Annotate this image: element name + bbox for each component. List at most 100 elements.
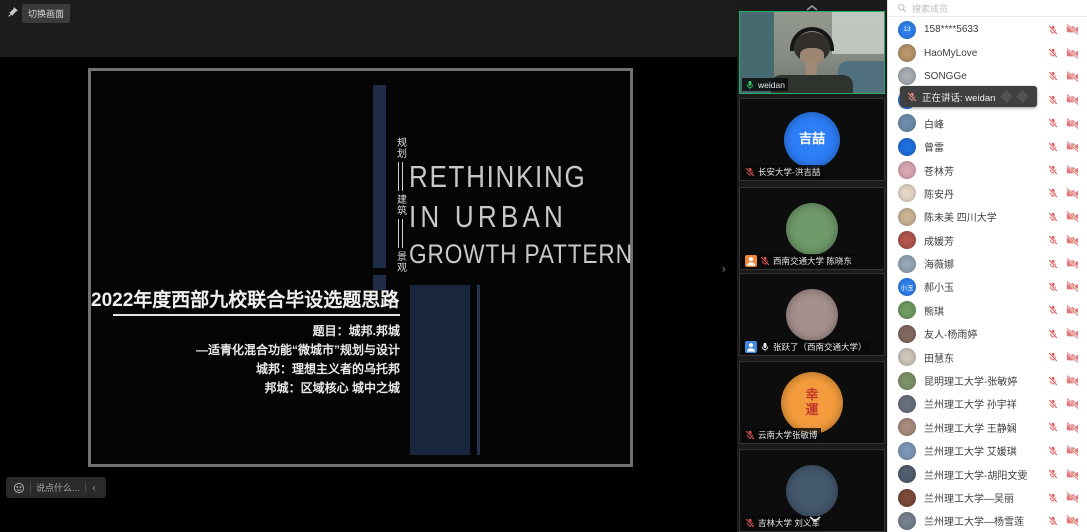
participant-name: 158****5633 [924,24,1042,35]
participant-row[interactable]: 熊琪 [888,299,1087,322]
participant-row[interactable]: 13 158****5633 [888,18,1087,41]
mic-muted-icon [1048,118,1058,128]
participant-row[interactable]: 兰州理工大学 王静娴 [888,416,1087,439]
mic-muted-icon [1048,305,1058,315]
camera-muted-icon [1066,352,1079,363]
mic-muted-icon [1048,95,1058,105]
row-status-icons [1048,24,1079,35]
video-thumbnail[interactable]: 西南交通大学 陈晓东 [739,187,885,270]
row-status-icons [1048,94,1079,105]
video-thumbnail-active-speaker[interactable]: weidan [739,11,885,94]
participant-row[interactable]: 苍林芳 [888,158,1087,181]
participant-row[interactable]: 陈未美 四川大学 [888,205,1087,228]
participant-name: 兰州理工大学 孙宇祥 [924,396,1042,411]
mic-muted-icon [1048,516,1058,526]
mic-muted-icon [1048,142,1058,152]
participant-name: 长安大学-洪吉喆 [758,166,820,178]
mic-muted-icon [1048,493,1058,503]
row-status-icons [1048,445,1079,456]
row-status-icons [1048,352,1079,363]
chat-placeholder: 说点什么... [36,481,80,494]
tag-divider [398,219,403,248]
participant-row[interactable]: 兰州理工大学—杨雪莲 [888,509,1087,532]
slide-detail-lines: 题目：城邦.邦城 —适青化混合功能“微城市”规划与设计 城邦：理想主义者的乌托邦… [91,322,400,398]
participant-name: 友人-杨雨婷 [924,326,1042,341]
video-thumbnail[interactable]: 吉喆 长安大学-洪吉喆 [739,98,885,181]
mic-muted-icon [1048,259,1058,269]
camera-muted-icon [1066,235,1079,246]
chevron-down-icon[interactable] [807,513,823,523]
avatar [898,325,916,343]
participant-name: 兰州理工大学-胡阳文雯 [924,467,1042,482]
slide-accent-bar [373,85,386,268]
mic-muted-icon [745,167,755,177]
slide-detail-line: 城邦：理想主义者的乌托邦 [91,360,400,379]
participant-name: 兰州理工大学 艾媛琪 [924,443,1042,458]
hand-raised-badge-icon [745,255,757,267]
participant-row[interactable]: HaoMyLove [888,41,1087,64]
avatar: 13 [898,21,916,39]
slide-title-line: GROWTH PATTERN [409,239,633,275]
mic-muted-icon [1048,282,1058,292]
participant-name: HaoMyLove [924,48,1042,59]
participant-name: 苍林芳 [924,163,1042,178]
search-bar[interactable]: 搜索成员 [888,0,1087,17]
mic-muted-icon [760,256,770,266]
participant-row[interactable]: 兰州理工大学 艾媛琪 [888,439,1087,462]
participant-row[interactable]: 海薇娜 [888,252,1087,275]
mic-muted-icon [1048,48,1058,58]
divider [30,482,31,493]
avatar [898,161,916,179]
camera-muted-icon [1066,24,1079,35]
speaking-mic-icon [907,92,917,102]
participant-row[interactable]: 小玉 郝小玉 [888,275,1087,298]
avatar: 吉喆 [784,112,840,168]
participant-row[interactable]: 友人-杨雨婷 [888,322,1087,345]
mic-on-icon [760,342,770,352]
mic-muted-icon [1048,25,1058,35]
participant-name: 兰州理工大学 王静娴 [924,420,1042,435]
participant-row[interactable]: 曾雷 [888,135,1087,158]
participant-row[interactable]: 兰州理工大学 孙宇祥 [888,392,1087,415]
participant-row[interactable]: 成媛芳 [888,229,1087,252]
video-thumbnail[interactable]: 幸 運 云南大学张敏博 [739,361,885,444]
participant-name: 海薇娜 [924,256,1042,271]
avatar [898,114,916,132]
switch-view-button[interactable]: 切换画面 [22,4,70,23]
participant-row[interactable]: 昆明理工大学-张敏婷 [888,369,1087,392]
participant-name: 成媛芳 [924,233,1042,248]
slide-detail-line: 题目：城邦.邦城 [91,322,400,341]
avatar [786,289,838,341]
chevron-right-icon [721,263,730,275]
mic-muted-icon [745,518,755,528]
avatar [898,138,916,156]
participant-row[interactable]: SONGGe [888,65,1087,88]
participant-name: 云南大学张敏博 [758,429,818,441]
video-thumbnail[interactable]: 张跃了（西南交通大学） [739,273,885,356]
avatar [898,44,916,62]
mic-muted-icon [1048,422,1058,432]
row-status-icons [1048,305,1079,316]
camera-muted-icon [1066,469,1079,480]
collapse-sidebar-handle[interactable] [718,256,732,282]
slide-detail-line: 邦城：区域核心 城中之城 [91,379,400,398]
avatar [898,395,916,413]
participant-row[interactable]: 白峰 [888,112,1087,135]
tag-planning: 规划 [393,137,408,159]
participant-row[interactable]: 陈安丹 [888,182,1087,205]
participant-row[interactable]: 田慧东 [888,345,1087,368]
avatar [898,184,916,202]
row-status-icons [1048,118,1079,129]
presentation-slide: 规划 建筑 景观 RETHINKING IN URBAN GROWTH PATT… [88,68,633,467]
participant-row[interactable]: 兰州理工大学—吴丽 [888,486,1087,509]
avatar [898,208,916,226]
search-icon [897,3,907,13]
slide-title-line: RETHINKING [409,159,633,199]
participants-panel: 搜索成员 13 158****5633 HaoMyLove SONGGe w [887,0,1087,532]
avatar [898,442,916,460]
chevron-left-icon[interactable] [91,484,99,492]
participant-row[interactable]: 兰州理工大学-胡阳文雯 [888,462,1087,485]
mic-muted-icon [1048,352,1058,362]
quick-chat-pill[interactable]: 说点什么... [6,477,106,498]
slide-title: RETHINKING IN URBAN GROWTH PATTERN [409,159,675,275]
